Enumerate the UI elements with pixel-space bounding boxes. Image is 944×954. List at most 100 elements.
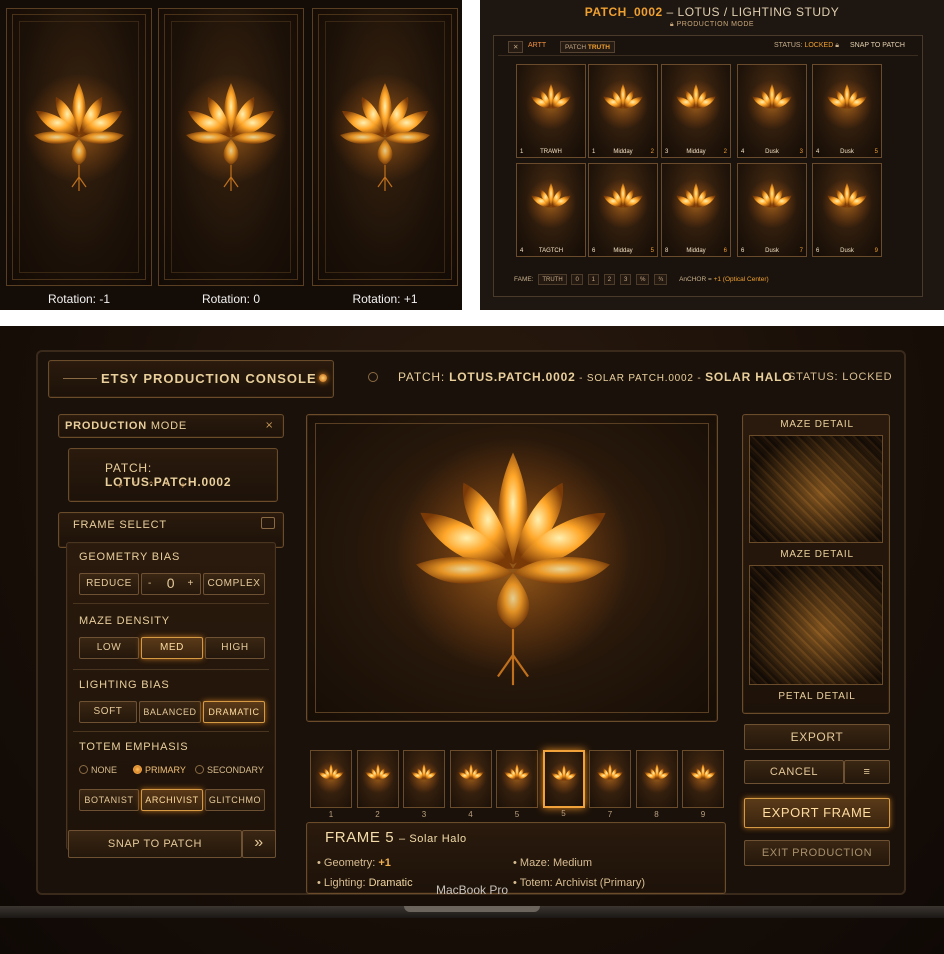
status-dot-icon bbox=[319, 374, 327, 382]
maze-info: • Maze: Medium bbox=[513, 857, 593, 869]
frame-thumbnail[interactable]: 5 bbox=[496, 750, 538, 819]
frame-thumbnail[interactable]: 8 bbox=[635, 750, 678, 819]
lotus-icon bbox=[24, 73, 134, 191]
tab-patch-truth[interactable]: PATCH TRUTH bbox=[560, 41, 615, 53]
snap-to-patch-button[interactable]: SNAP TO PATCH bbox=[68, 830, 242, 858]
frame-number: 4 bbox=[468, 810, 473, 819]
soft-button[interactable]: SOFT bbox=[79, 701, 137, 723]
lotus-icon bbox=[315, 761, 347, 794]
frame-thumbnail[interactable]: 1 bbox=[310, 750, 352, 819]
frame-preview bbox=[306, 414, 718, 722]
archivist-button[interactable]: ARCHIVIST bbox=[141, 789, 203, 811]
thumb-label: Midday bbox=[613, 248, 633, 254]
dramatic-button[interactable]: DRAMATIC bbox=[203, 701, 265, 723]
geometry-stepper[interactable]: -0 + bbox=[141, 573, 201, 595]
footer-button[interactable]: 1 bbox=[587, 274, 599, 285]
page-title: PATCH_0002 – LOTUS / LIGHTING STUDY bbox=[584, 5, 840, 19]
patch-study-panel: PATCH_0002 – LOTUS / LIGHTING STUDY 🔒︎ P… bbox=[480, 0, 944, 310]
frame-thumbnail[interactable]: 7 bbox=[589, 750, 631, 819]
frame-select-panel: GEOMETRY BIAS REDUCE -0 + COMPLEX MAZE DE… bbox=[66, 542, 276, 850]
ornament-icon: ⟡ ᶠ ⌃ ᶻ ⟡ bbox=[117, 481, 190, 491]
complex-button[interactable]: COMPLEX bbox=[203, 573, 265, 595]
lock-icon: 🔒︎ bbox=[835, 42, 839, 49]
device-label: MacBook Pro bbox=[435, 883, 509, 897]
patch-thumbnail[interactable]: 4 TAGTCH bbox=[516, 163, 586, 257]
frame-thumbnail[interactable]: 9 bbox=[682, 750, 724, 819]
production-mode-label: PRODUCTION MODE bbox=[65, 420, 188, 432]
rotation-card bbox=[312, 8, 458, 286]
balanced-button[interactable]: BALANCED bbox=[139, 701, 201, 723]
cancel-button[interactable]: CANCEL bbox=[744, 760, 844, 784]
plus-button[interactable]: + bbox=[188, 574, 194, 593]
lotus-icon bbox=[747, 79, 797, 130]
lotus-icon bbox=[176, 73, 286, 191]
thumb-number: 6 bbox=[723, 248, 727, 254]
footer-button[interactable]: 2 bbox=[603, 274, 616, 285]
laptop-console: ETSY PRODUCTION CONSOLE PATCH: LOTUS.PAT… bbox=[0, 326, 944, 954]
footer-button[interactable]: ¾ bbox=[654, 274, 668, 285]
record-icon bbox=[368, 372, 378, 382]
thumb-label: Dusk bbox=[840, 149, 854, 155]
radio-selected-icon bbox=[133, 765, 142, 774]
thumb-number: 2 bbox=[723, 149, 727, 155]
botanist-button[interactable]: BOTANIST bbox=[79, 789, 139, 811]
geometry-value: 0 bbox=[166, 575, 176, 591]
chevron-right-icon[interactable]: » bbox=[242, 830, 276, 858]
thumb-label: Midday bbox=[686, 149, 706, 155]
low-button[interactable]: LOW bbox=[79, 637, 139, 659]
status-text: STATUS: LOCKED bbox=[788, 371, 893, 383]
reduce-button[interactable]: REDUCE bbox=[79, 573, 139, 595]
thumb-number: 5 bbox=[874, 149, 878, 155]
lotus-icon bbox=[501, 761, 533, 794]
patch-thumbnail[interactable]: 6 Dusk 9 bbox=[812, 163, 882, 257]
patch-thumbnail[interactable]: 8 Midday 6 bbox=[661, 163, 731, 257]
glitchmo-button[interactable]: GLITCHMO bbox=[205, 789, 265, 811]
footer-button[interactable]: % bbox=[636, 274, 650, 285]
radio-icon bbox=[195, 765, 204, 774]
none-radio[interactable]: NONE bbox=[79, 765, 117, 775]
maze-density-label: MAZE DENSITY bbox=[79, 615, 170, 627]
minus-button[interactable]: - bbox=[148, 574, 152, 593]
patch-thumbnail[interactable]: 6 Midday 5 bbox=[588, 163, 658, 257]
calendar-icon[interactable] bbox=[261, 517, 275, 529]
secondary-radio[interactable]: SECONDARY bbox=[195, 765, 264, 775]
maze-detail-image bbox=[749, 435, 883, 543]
exit-production-button[interactable]: EXIT PRODUCTION bbox=[744, 840, 890, 866]
patch-thumbnail[interactable]: 1 Midday 2 bbox=[588, 64, 658, 158]
patch-thumbnail[interactable]: 6 Dusk 7 bbox=[737, 163, 807, 257]
frame-number: 2 bbox=[375, 810, 380, 819]
geometry-bias-label: GEOMETRY BIAS bbox=[79, 551, 181, 563]
close-icon[interactable]: × bbox=[265, 420, 273, 431]
frame-thumbnail[interactable]: 2 bbox=[356, 750, 399, 819]
mode-subtitle: 🔒︎ PRODUCTION MODE bbox=[669, 21, 755, 28]
frame-thumbnail[interactable]: 5 bbox=[542, 750, 585, 818]
close-button[interactable]: ✕ bbox=[508, 41, 524, 53]
thumb-number: 2 bbox=[650, 149, 654, 155]
snap-to-patch-link[interactable]: SNAP TO PATCH bbox=[850, 42, 905, 49]
high-button[interactable]: HIGH bbox=[205, 637, 265, 659]
thumb-label: Dusk bbox=[765, 149, 779, 155]
export-frame-button[interactable]: EXPORT FRAME bbox=[744, 798, 890, 828]
patch-thumbnail[interactable]: 4 Dusk 5 bbox=[812, 64, 882, 158]
lotus-icon bbox=[594, 761, 626, 794]
lotus-icon bbox=[526, 79, 576, 130]
footer-button[interactable]: 3 bbox=[619, 274, 632, 285]
frame-thumbnail[interactable]: 4 bbox=[449, 750, 492, 819]
med-button[interactable]: MED bbox=[141, 637, 203, 659]
lotus-icon bbox=[394, 437, 632, 686]
frame-thumbnail[interactable]: 3 bbox=[403, 750, 445, 819]
lighting-bias-label: LIGHTING BIAS bbox=[79, 679, 170, 691]
menu-icon[interactable]: ≡ bbox=[844, 760, 890, 784]
primary-radio[interactable]: PRIMARY bbox=[133, 765, 186, 775]
export-button[interactable]: EXPORT bbox=[744, 724, 890, 750]
patch-box: PATCH: LOTUS.PATCH.0002 ⟡ ᶠ ⌃ ᶻ ⟡ bbox=[68, 448, 278, 502]
console-screen: ETSY PRODUCTION CONSOLE PATCH: LOTUS.PAT… bbox=[36, 350, 906, 895]
patch-thumbnail[interactable]: 4 Dusk 3 bbox=[737, 64, 807, 158]
tab-art[interactable]: ARTT bbox=[528, 42, 546, 49]
footer-button[interactable]: 0 bbox=[571, 274, 583, 285]
patch-thumbnail[interactable]: 1 TRAWH bbox=[516, 64, 586, 158]
frame-number: 5 bbox=[561, 809, 566, 818]
thumb-number: 3 bbox=[799, 149, 803, 155]
footer-button[interactable]: TRUTH bbox=[538, 274, 567, 285]
patch-thumbnail[interactable]: 3 Midday 2 bbox=[661, 64, 731, 158]
